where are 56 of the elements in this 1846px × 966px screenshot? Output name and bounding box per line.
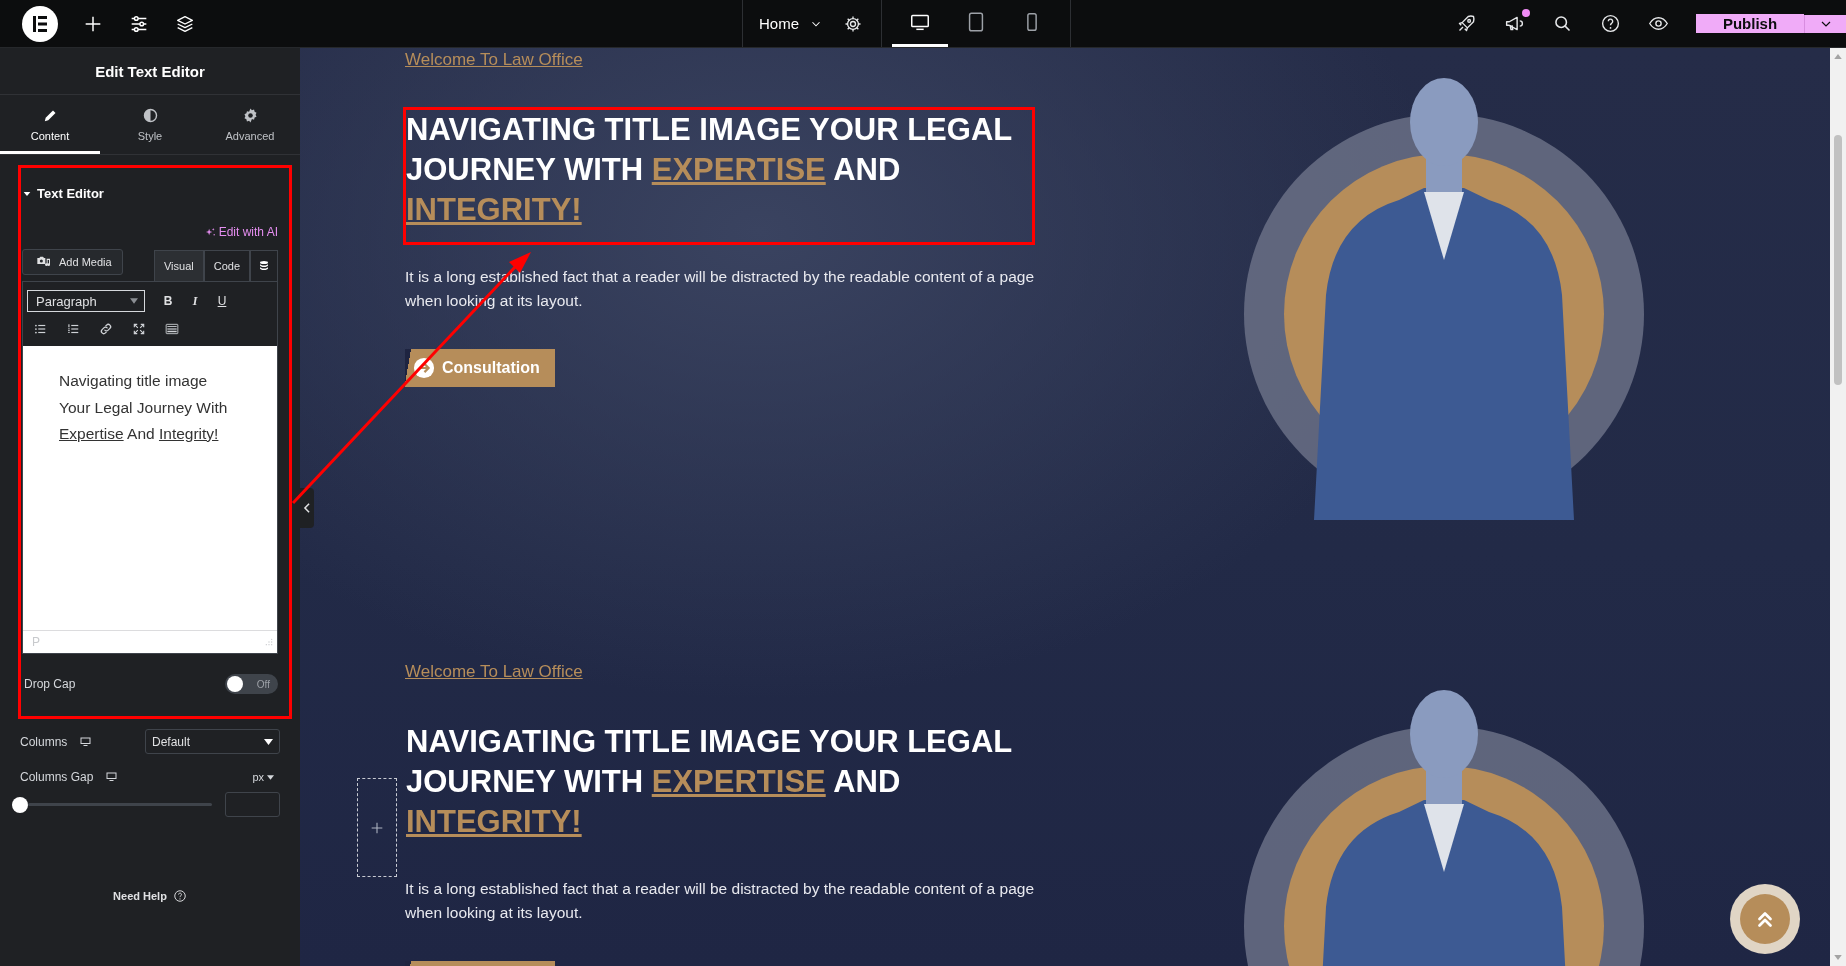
underline-button[interactable]: U <box>212 294 232 308</box>
columns-select[interactable]: Default <box>145 729 280 754</box>
eyebrow-link[interactable]: Welcome To Law Office <box>405 660 583 684</box>
keyboard-icon[interactable] <box>165 322 179 336</box>
numbered-list-icon[interactable] <box>66 322 80 336</box>
page-menu[interactable]: Home <box>743 0 839 47</box>
field-label: Columns Gap <box>20 770 94 784</box>
text-editor-field[interactable]: Navigating title image Your Legal Journey With Expertise And Integrity! <box>23 346 277 630</box>
number-input[interactable] <box>225 792 280 817</box>
chevron-left-icon <box>303 503 311 513</box>
fullscreen-icon[interactable] <box>132 322 146 336</box>
logo-icon[interactable] <box>22 5 58 42</box>
search-icon[interactable] <box>1552 13 1573 34</box>
caret-icon <box>130 298 138 304</box>
need-help-link[interactable]: Need Help <box>113 889 187 903</box>
stack-icon <box>258 259 270 273</box>
slider-thumb[interactable] <box>12 796 28 813</box>
unit-select[interactable]: px <box>252 771 280 783</box>
hero-heading: NAVIGATING TITLE IMAGE YOUR LEGAL JOURNEY WITH EXPERTISE AND INTEGRITY! <box>406 723 1013 841</box>
publish-button[interactable]: Publish <box>1696 14 1804 33</box>
arrow-right-icon <box>413 357 435 379</box>
help-icon <box>172 889 187 903</box>
link-icon[interactable] <box>99 322 113 336</box>
drop-cap-toggle[interactable]: Off <box>225 674 278 694</box>
panel-tab[interactable]: Advanced <box>200 95 300 154</box>
caret-icon <box>264 738 273 745</box>
toolbar-toggle-button[interactable] <box>250 250 278 281</box>
editor-mode-tab[interactable]: Code <box>203 250 250 281</box>
desktop-icon <box>105 771 119 783</box>
add-section-button[interactable] <box>357 778 397 877</box>
italic-button[interactable]: I <box>185 293 205 309</box>
field-label: Drop Cap <box>24 677 76 691</box>
bold-button[interactable]: B <box>158 294 178 308</box>
collapse-panel-handle[interactable] <box>300 488 314 528</box>
publish-options-button[interactable] <box>1804 14 1846 33</box>
editor-mode-tab[interactable]: Visual <box>153 250 204 281</box>
contrast-icon <box>141 107 159 124</box>
bulleted-list-icon[interactable] <box>33 322 47 336</box>
chevron-down-icon <box>267 774 274 780</box>
hero-description: It is a long established fact that a reader will be distracted by the readable content of a page when looking at its layout. <box>405 879 1035 923</box>
editor-text: Navigating title image Your Legal Journey With Expertise And Integrity! <box>59 371 229 444</box>
hero-heading: NAVIGATING TITLE IMAGE YOUR LEGAL JOURNEY WITH EXPERTISE AND INTEGRITY! <box>406 111 1013 229</box>
resize-grip-icon[interactable] <box>265 638 273 646</box>
desktop-icon <box>79 735 93 748</box>
field-label: Columns <box>20 734 68 749</box>
sparkle-icon <box>204 226 216 238</box>
scrollbar-thumb[interactable] <box>1834 135 1842 385</box>
section-header[interactable]: Text Editor <box>22 168 278 225</box>
rocket-icon[interactable] <box>1456 13 1477 34</box>
panel-tab[interactable]: Style <box>100 95 200 154</box>
edit-with-ai-link[interactable]: Edit with AI <box>204 225 278 239</box>
help-icon[interactable] <box>1600 13 1621 34</box>
add-media-button[interactable]: Add Media <box>22 249 123 275</box>
panel-tab[interactable]: Content <box>0 95 100 154</box>
format-dropdown[interactable]: Paragraph <box>27 290 145 312</box>
eyebrow-link[interactable]: Welcome To Law Office <box>405 48 583 72</box>
